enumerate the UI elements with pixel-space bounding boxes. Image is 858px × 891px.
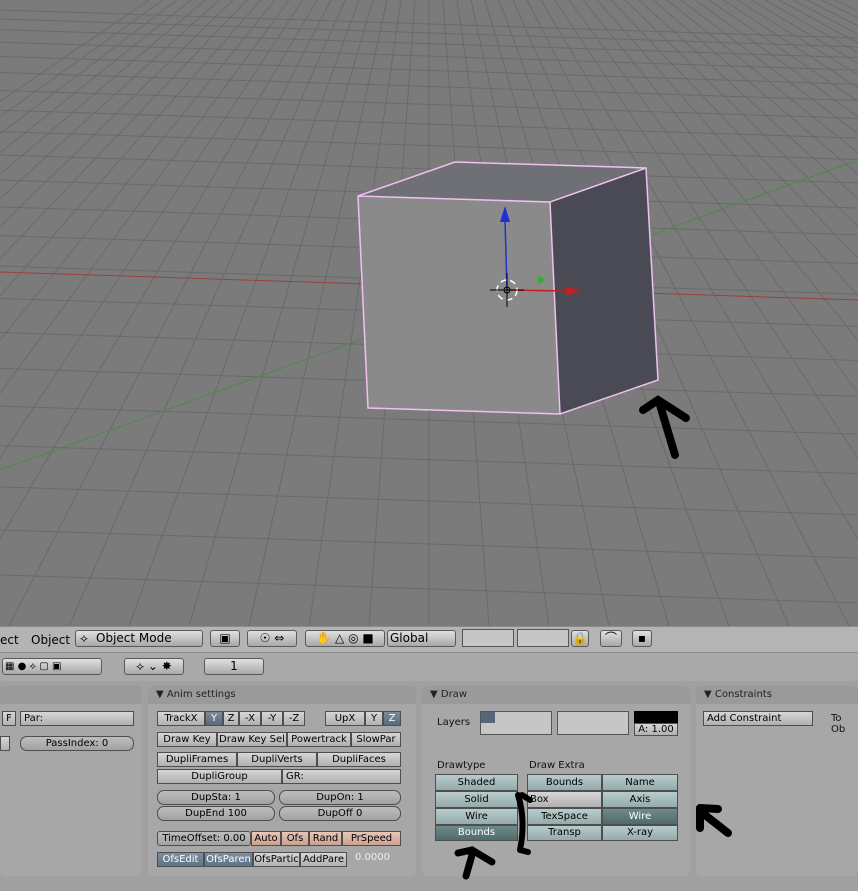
annotation-arrow-bounds (454, 846, 496, 880)
annotation-layer (454, 792, 732, 880)
annotation-arrow-wire (696, 804, 732, 837)
bracket-annotation (515, 792, 533, 855)
